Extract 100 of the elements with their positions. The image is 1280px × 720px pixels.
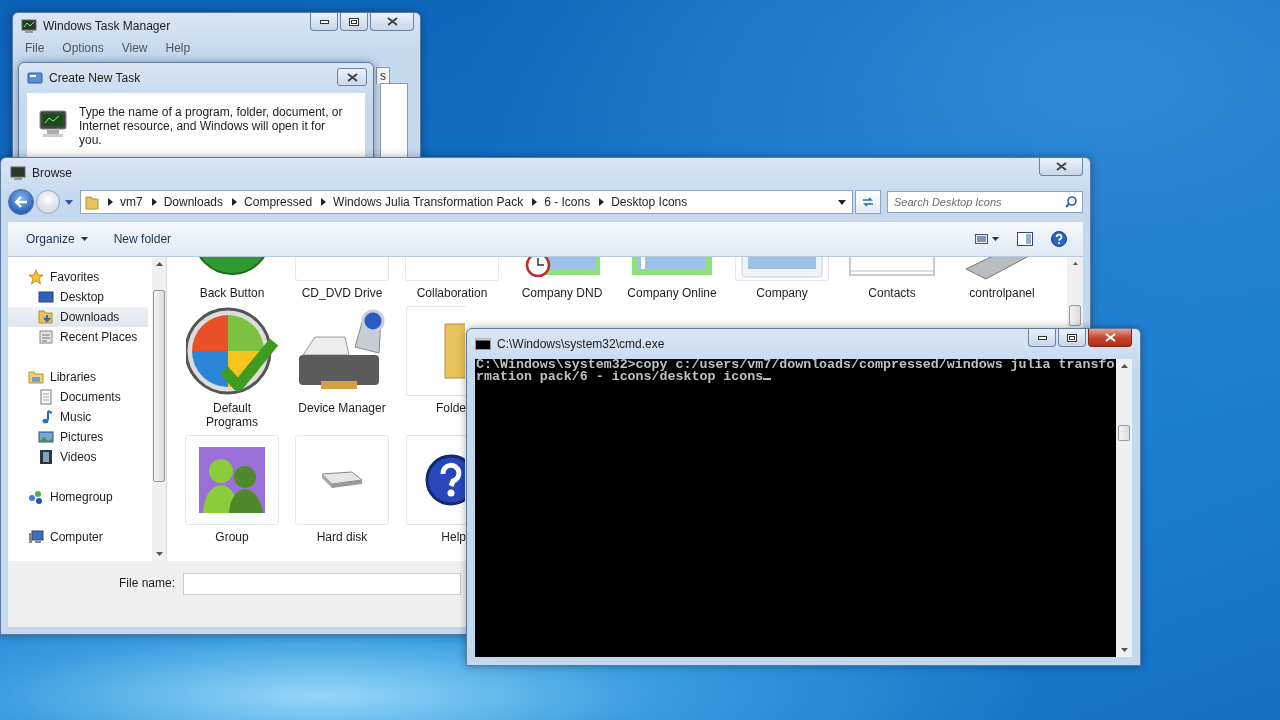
chevron-icon	[321, 198, 327, 206]
help-icon	[1051, 231, 1067, 247]
caret-icon	[80, 237, 88, 241]
close-icon	[346, 72, 358, 82]
minimize-button[interactable]	[1028, 329, 1056, 347]
window-title: Windows Task Manager	[43, 19, 172, 33]
close-button[interactable]	[1088, 329, 1132, 347]
close-icon	[1104, 333, 1116, 342]
restore-icon	[1067, 333, 1077, 342]
scroll-thumb[interactable]	[1069, 304, 1081, 326]
chevron-icon	[151, 198, 157, 206]
back-button[interactable]	[8, 189, 34, 215]
scroll-up-icon	[1071, 262, 1079, 265]
chevron-icon	[599, 198, 605, 206]
nav-item[interactable]: Downloads	[8, 307, 148, 327]
help-drawing	[425, 454, 465, 506]
console-icon	[475, 338, 491, 350]
icon-item[interactable]: Help	[397, 435, 466, 544]
icon-item[interactable]: Hard disk	[287, 435, 397, 544]
scroll-down-icon	[155, 552, 163, 556]
scroll-thumb[interactable]	[1118, 425, 1130, 441]
search-icon	[1065, 196, 1077, 208]
menu-item[interactable]: View	[121, 41, 148, 55]
caret-icon	[838, 199, 846, 205]
nav-item[interactable]: Documents	[8, 387, 148, 407]
new-folder-button[interactable]: New folder	[103, 229, 182, 249]
homegroup-icon	[28, 489, 44, 505]
desktop-icon	[38, 289, 54, 305]
icon-item[interactable]: Collaboration	[397, 257, 507, 300]
minimize-icon	[1037, 335, 1047, 340]
pictures-icon	[38, 429, 54, 445]
nav-item[interactable]: Computer	[8, 527, 148, 547]
text-cursor	[763, 378, 772, 380]
caret-icon	[65, 199, 73, 205]
dialog-title: Create New Task	[49, 71, 142, 85]
nav-item[interactable]: Desktop	[8, 287, 148, 307]
downloads-icon	[38, 309, 54, 325]
field-label: File name:	[119, 575, 176, 592]
file-name-field[interactable]	[183, 573, 462, 595]
close-button[interactable]	[1039, 158, 1083, 176]
icon-item[interactable]: Default Programs	[177, 306, 287, 429]
organize-menu-button[interactable]: Organize	[16, 229, 98, 249]
close-icon	[1055, 162, 1067, 171]
star-icon	[28, 269, 44, 285]
nav-item[interactable]: Recent Places	[8, 327, 148, 347]
icon-item[interactable]: Folde	[397, 306, 466, 415]
documents-icon	[38, 389, 54, 405]
nav-item[interactable]: Music	[8, 407, 148, 427]
icon-item[interactable]: Company DND	[507, 257, 617, 300]
scroll-down-icon	[1120, 648, 1128, 652]
breadcrumb[interactable]: Downloads	[163, 195, 224, 209]
nav-item[interactable]: Libraries	[8, 367, 148, 387]
pane-icon	[1017, 232, 1033, 246]
monitor-icon	[21, 18, 37, 34]
scroll-thumb[interactable]	[153, 290, 165, 482]
disk-drawing	[321, 471, 363, 489]
videos-icon	[38, 449, 54, 465]
search-field[interactable]: Search Desktop Icons	[887, 191, 1083, 213]
dialog-message: Type the name of a program, folder, document, or Internet resource, and Windows will open it for you.	[79, 105, 344, 147]
nav-item[interactable]: Videos	[8, 447, 148, 467]
refresh-icon	[861, 196, 875, 208]
minimize-icon	[319, 19, 329, 24]
scroll-up-icon	[1120, 364, 1128, 368]
breadcrumb[interactable]: Windows Julia Transformation Pack	[333, 195, 524, 209]
refresh-button[interactable]	[855, 190, 881, 214]
computer-icon	[37, 109, 69, 139]
folder-icon	[85, 194, 99, 210]
address-bar[interactable]: vm7 Downloads Compressed Windows Julia Transformation Pack 6 - Icons Desktop Icons	[80, 190, 853, 214]
icon-item[interactable]: Back Button	[177, 257, 287, 300]
icon-item[interactable]: Company	[727, 257, 837, 300]
icon-item[interactable]: CD_DVD Drive	[287, 257, 397, 300]
recent-icon	[38, 329, 54, 345]
back-arrow-icon	[14, 196, 28, 208]
menu-item[interactable]: Help	[165, 41, 191, 55]
breadcrumb[interactable]: Compressed	[244, 195, 313, 209]
view-icon	[975, 233, 999, 245]
icon-item[interactable]: Device Manager	[287, 306, 397, 415]
nav-item[interactable]: Favorites	[8, 267, 148, 287]
minimize-button[interactable]	[310, 13, 338, 31]
console-line: rmation pack/6 - icons/desktop icons	[476, 371, 1116, 383]
icon-item[interactable]: Company Online	[617, 257, 727, 300]
icon-item[interactable]: controlpanel	[947, 257, 1057, 300]
breadcrumb[interactable]: 6 - Icons	[544, 195, 591, 209]
scroll-up-icon	[155, 262, 163, 266]
close-button[interactable]	[337, 68, 367, 86]
maximize-button[interactable]	[340, 13, 368, 31]
breadcrumb[interactable]: Desktop Icons	[611, 195, 688, 209]
menu-item[interactable]: Options	[62, 41, 104, 55]
maximize-button[interactable]	[1058, 329, 1086, 347]
window-icon	[27, 72, 43, 84]
history-dropdown[interactable]	[62, 199, 76, 205]
menu-item[interactable]: File	[25, 41, 45, 55]
close-button[interactable]	[370, 13, 414, 31]
breadcrumb[interactable]: vm7	[120, 195, 143, 209]
tab[interactable]: s	[376, 67, 390, 84]
nav-item[interactable]: Homegroup	[8, 487, 148, 507]
nav-item[interactable]: Pictures	[8, 427, 148, 447]
icon-item[interactable]: Group	[177, 435, 287, 544]
restore-icon	[349, 17, 359, 26]
icon-item[interactable]: Contacts	[837, 257, 947, 300]
